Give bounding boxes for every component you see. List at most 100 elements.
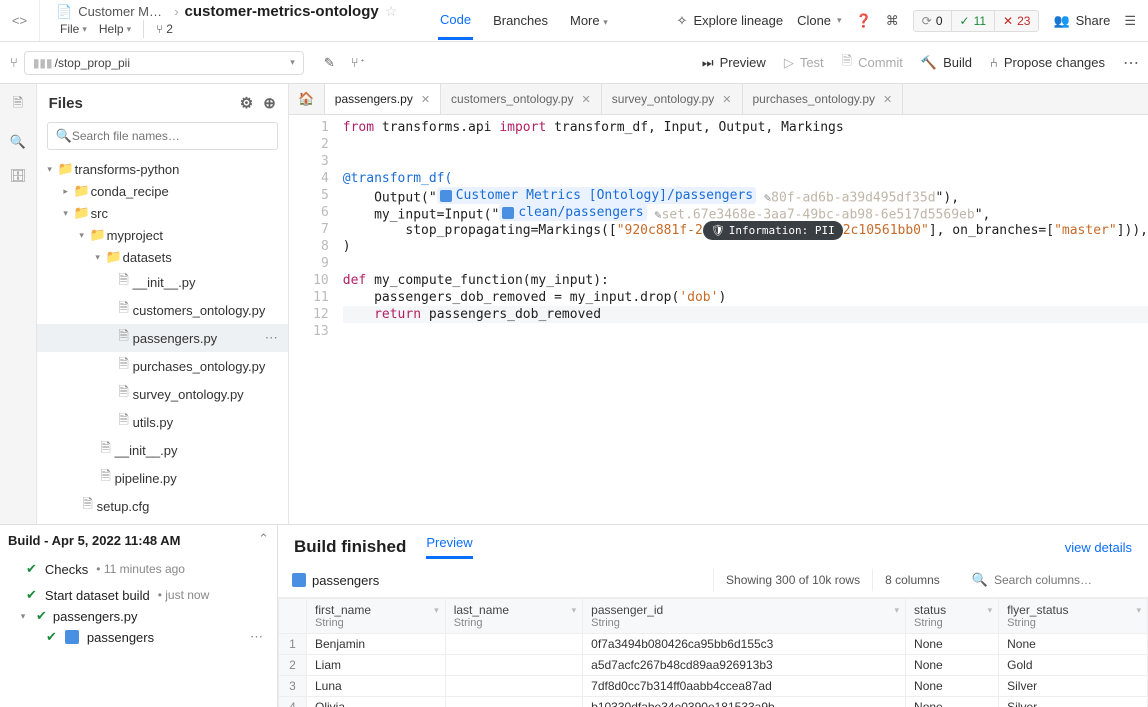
tree-folder-datasets[interactable]: ▾📁datasets <box>37 246 288 268</box>
tab-code[interactable]: Code <box>438 2 473 40</box>
menu-help[interactable]: Help▾ <box>95 21 135 37</box>
tree-file-purchases[interactable]: 🗎purchases_ontology.py <box>37 352 288 380</box>
close-tab-icon[interactable]: ✕ <box>883 93 892 106</box>
more-icon[interactable]: ⋯ <box>250 629 263 645</box>
col-first-name[interactable]: first_nameString▾ <box>307 599 446 634</box>
tree-file-setupcfg[interactable]: 🗎setup.cfg <box>37 492 288 520</box>
col-passenger-id[interactable]: passenger_idString▾ <box>583 599 906 634</box>
table-row[interactable]: 1Benjamin0f7a3494b080426ca95bb6d155c3Non… <box>279 634 1148 655</box>
close-tab-icon[interactable]: ✕ <box>421 93 430 106</box>
favorite-star-icon[interactable]: ☆ <box>385 3 398 20</box>
tree-file-pipeline[interactable]: 🗎pipeline.py <box>37 464 288 492</box>
tree-file-init[interactable]: 🗎__init__.py <box>37 268 288 296</box>
tree-file-utils[interactable]: 🗎utils.py <box>37 408 288 436</box>
help-icon[interactable]: ❓ <box>856 13 872 29</box>
propose-changes-button[interactable]: ⑃Propose changes <box>990 55 1105 70</box>
tree-folder-conda[interactable]: ▸📁conda_recipe <box>37 180 288 202</box>
new-branch-icon[interactable]: ⑂⁺ <box>351 55 367 71</box>
status-fail[interactable]: ✕23 <box>995 11 1038 31</box>
file-search-input[interactable] <box>72 129 269 143</box>
code-editor[interactable]: 12345678910111213 from transforms.api im… <box>289 115 1148 524</box>
sync-icon: ⟳ <box>922 14 932 28</box>
chevron-down-icon[interactable]: ▾ <box>895 605 900 616</box>
chevron-down-icon[interactable]: ▾ <box>988 605 993 616</box>
tree-folder-src[interactable]: ▾📁src <box>37 202 288 224</box>
chevron-down-icon[interactable]: ▾ <box>1136 605 1141 616</box>
col-flyer-status[interactable]: flyer_statusString▾ <box>999 599 1148 634</box>
chevron-down-icon[interactable]: ▾ <box>434 605 439 616</box>
close-tab-icon[interactable]: ✕ <box>722 93 731 106</box>
collapse-panel-icon[interactable]: ⌃ <box>258 531 269 547</box>
branch-selector[interactable]: ▮▮▮ /stop_prop_pii ▾ <box>24 51 304 75</box>
close-tab-icon[interactable]: ✕ <box>582 93 591 106</box>
more-icon[interactable]: ⋯ <box>265 330 278 346</box>
dataset-icon <box>65 630 79 644</box>
search-icon: 🔍 <box>972 572 988 588</box>
tab-branches[interactable]: Branches <box>491 3 550 38</box>
check-icon: ✔ <box>26 587 37 603</box>
build-row-dataset[interactable]: ✔Start dataset build• just now <box>6 582 271 608</box>
build-row-checks[interactable]: ✔Checks• 11 minutes ago <box>6 556 271 582</box>
view-details-link[interactable]: view details <box>1065 540 1132 555</box>
preview-table[interactable]: first_nameString▾ last_nameString▾ passe… <box>278 598 1148 707</box>
col-last-name[interactable]: last_nameString▾ <box>445 599 582 634</box>
tree-file-survey[interactable]: 🗎survey_ontology.py <box>37 380 288 408</box>
commit-icon: 🗎 <box>842 52 852 74</box>
more-actions-icon[interactable]: ⋯ <box>1123 53 1140 73</box>
tab-more[interactable]: More ▾ <box>568 3 610 38</box>
settings-icon[interactable]: ⚙ <box>240 94 253 112</box>
tree-folder-root[interactable]: ▾📁transforms-python <box>37 158 288 180</box>
col-status[interactable]: statusString▾ <box>906 599 999 634</box>
app-logo[interactable]: <> <box>0 0 40 41</box>
tree-file-init2[interactable]: 🗎__init__.py <box>37 436 288 464</box>
menu-file[interactable]: File▾ <box>56 21 91 37</box>
branch-count[interactable]: ⑂2 <box>152 21 177 37</box>
preview-tab[interactable]: Preview <box>426 535 472 559</box>
column-search[interactable]: 🔍 <box>962 572 1134 588</box>
dataset-name[interactable]: passengers <box>292 573 379 588</box>
test-button[interactable]: ▷Test <box>784 55 824 71</box>
shortcuts-icon[interactable]: ⌘ <box>886 13 899 29</box>
explore-lineage-button[interactable]: ✧Explore lineage <box>677 13 784 29</box>
panel-toggle-icon[interactable]: ☰ <box>1124 13 1136 29</box>
tree-file-customers[interactable]: 🗎customers_ontology.py <box>37 296 288 324</box>
tree-file-setuppy[interactable]: 🗎setup.py <box>37 520 288 524</box>
preview-button[interactable]: ⏭Preview <box>702 55 766 71</box>
input-dataset-link[interactable]: clean/passengers <box>499 204 646 221</box>
rows-info: Showing 300 of 10k rows <box>713 569 872 591</box>
status-sync[interactable]: ⟳0 <box>914 11 952 31</box>
build-panel-title: Build - Apr 5, 2022 11:48 AM <box>6 533 271 548</box>
edit-icon[interactable]: ✎ <box>324 55 335 71</box>
output-dataset-link[interactable]: Customer Metrics [Ontology]/passengers <box>437 187 756 204</box>
tree-file-passengers[interactable]: 🗎passengers.py⋯ <box>37 324 288 352</box>
build-button[interactable]: 🔨Build <box>921 55 972 71</box>
editor-tab-survey[interactable]: survey_ontology.py✕ <box>602 84 743 114</box>
pencil-icon[interactable]: ✎ <box>654 208 661 222</box>
breadcrumb-title[interactable]: customer-metrics-ontology <box>185 3 379 20</box>
search-rail-icon[interactable]: 🔍 <box>10 134 26 150</box>
merge-icon: ⑃ <box>990 55 998 70</box>
tree-folder-myproject[interactable]: ▾📁myproject <box>37 224 288 246</box>
build-row-file[interactable]: ▾✔passengers.py <box>6 608 271 624</box>
table-row[interactable]: 4Oliviab10330dfabe34e0390e181533a9bNoneS… <box>279 697 1148 707</box>
chevron-down-icon[interactable]: ▾ <box>572 605 577 616</box>
table-row[interactable]: 2Liama5d7acfc267b48cd89aa926913b3NoneGol… <box>279 655 1148 676</box>
breadcrumb-parent[interactable]: Customer Me… <box>78 4 168 19</box>
files-rail-icon[interactable]: 🗎 <box>13 94 23 116</box>
editor-tab-purchases[interactable]: purchases_ontology.py✕ <box>743 84 904 114</box>
status-pass[interactable]: ✓11 <box>952 11 996 31</box>
package-rail-icon[interactable]: 🗄 <box>10 168 27 184</box>
ci-status-box[interactable]: ⟳0 ✓11 ✕23 <box>913 10 1040 32</box>
commit-button[interactable]: 🗎Commit <box>842 52 903 74</box>
editor-home-tab[interactable]: 🏠 <box>289 84 325 114</box>
editor-tab-customers[interactable]: customers_ontology.py✕ <box>441 84 602 114</box>
marking-info-badge[interactable]: 🛡Information: PII <box>703 221 843 240</box>
editor-tab-passengers[interactable]: passengers.py✕ <box>325 84 441 114</box>
clone-button[interactable]: Clone▾ <box>797 13 842 28</box>
share-button[interactable]: 👥Share <box>1053 13 1110 29</box>
build-row-passengers[interactable]: ✔passengers⋯ <box>6 624 271 650</box>
file-search[interactable]: 🔍 <box>47 122 278 150</box>
add-file-icon[interactable]: ⊕ <box>263 94 276 112</box>
table-row[interactable]: 3Luna7df8d0cc7b314ff0aabb4ccea87adNoneSi… <box>279 676 1148 697</box>
column-search-input[interactable] <box>994 573 1124 587</box>
